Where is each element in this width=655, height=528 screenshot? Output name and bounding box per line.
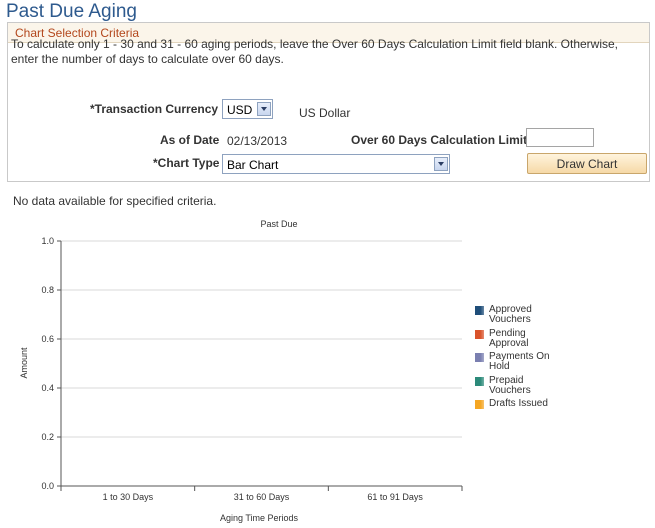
page-title: Past Due Aging (6, 1, 137, 22)
chart-type-select[interactable]: Bar Chart (222, 154, 450, 174)
y-tick-label: 1.0 (41, 236, 54, 246)
legend-swatch (475, 353, 484, 362)
over-60-days-label: Over 60 Days Calculation Limit (351, 133, 528, 147)
chevron-down-icon[interactable] (257, 102, 271, 116)
legend-swatch (475, 306, 484, 315)
y-tick-label: 0.8 (41, 285, 54, 295)
legend-swatch (475, 400, 484, 409)
as-of-date-label: As of Date (160, 133, 220, 147)
past-due-chart: Past Due Amount Aging Time Periods 0.0 0.… (19, 219, 463, 523)
draw-chart-button[interactable]: Draw Chart (527, 153, 647, 174)
chart-title: Past Due (260, 219, 297, 229)
currency-description: US Dollar (299, 106, 351, 120)
y-tick-label: 0.6 (41, 334, 54, 344)
y-axis-label: Amount (19, 347, 29, 379)
legend-swatch (475, 329, 484, 339)
currency-select[interactable]: USD (222, 99, 273, 119)
legend-swatch (475, 376, 484, 386)
chart-type-select-value: Bar Chart (227, 158, 279, 172)
chevron-down-icon[interactable] (434, 157, 448, 171)
chart-legend: Approved Vouchers Pending Approval Payment… (475, 305, 555, 425)
y-tick-label: 0.4 (41, 383, 54, 393)
legend-label: Pending Approval (489, 327, 529, 349)
x-tick-label: 1 to 30 Days (103, 492, 154, 502)
legend-label: Prepaid Vouchers (489, 374, 531, 396)
over-60-days-input[interactable] (526, 128, 594, 147)
x-tick-label: 61 to 91 Days (367, 492, 423, 502)
legend-label: Approved Vouchers (489, 304, 532, 325)
x-axis-label: Aging Time Periods (220, 513, 299, 523)
chart-type-label: *Chart Type (153, 156, 220, 170)
legend-label: Payments On Hold (489, 351, 550, 372)
currency-select-value: USD (227, 103, 253, 117)
x-tick-label: 31 to 60 Days (234, 492, 290, 502)
legend-label: Drafts Issued (489, 398, 548, 409)
no-data-message: No data available for specified criteria… (13, 194, 217, 208)
y-tick-label: 0.0 (41, 481, 54, 491)
y-tick-label: 0.2 (41, 432, 54, 442)
currency-label: *Transaction Currency (90, 102, 219, 116)
instructions-text: To calculate only 1 - 30 and 31 - 60 agi… (11, 37, 618, 66)
as-of-date-value: 02/13/2013 (227, 134, 288, 148)
